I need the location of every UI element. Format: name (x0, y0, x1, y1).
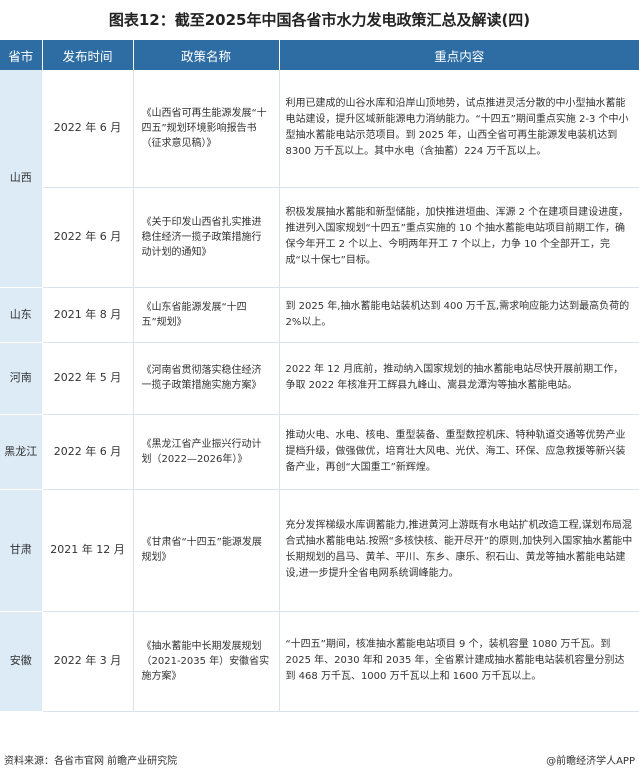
date-cell: 2022 年 6 月 (42, 187, 134, 288)
policy-cell: 《抽水蓄能中长期发展规划（2021-2035 年）安徽省实施方案》 (133, 611, 280, 712)
province-cell-heilongjiang: 黑龙江 (0, 414, 43, 490)
province-cell-henan: 河南 (0, 342, 43, 415)
table-row: 安徽 2022 年 3 月 《抽水蓄能中长期发展规划（2021-2035 年）安… (0, 611, 639, 712)
table-header-row: 省市 发布时间 政策名称 重点内容 (0, 40, 639, 70)
header-province: 省市 (0, 40, 43, 70)
policy-cell: 《甘肃省“十四五”能源发展规划》 (133, 489, 280, 612)
policy-cell: 《山东省能源发展“十四五”规划》 (133, 287, 280, 343)
content-cell: 充分发挥梯级水库调蓄能力,推进黄河上游既有水电站扩机改造工程,谋划布局混合式抽水… (279, 489, 639, 612)
province-cell-anhui: 安徽 (0, 611, 43, 712)
table-row: 2022 年 6 月 《关于印发山西省扎实推进稳住经济一揽子政策措施行动计划的通… (0, 187, 639, 288)
date-cell: 2021 年 12 月 (42, 489, 134, 612)
date-cell: 2022 年 6 月 (42, 414, 134, 490)
brand-watermark-text: @前瞻经济学人APP (546, 756, 635, 767)
content-cell: 2022 年 12 月底前，推动纳入国家规划的抽水蓄能电站尽快开展前期工作，争取… (279, 342, 639, 415)
content-cell: 利用已建成的山谷水库和沿岸山顶地势，试点推进灵活分散的中小型抽水蓄能电站建设，提… (279, 70, 639, 188)
province-cell-shanxi: 山西 (0, 70, 43, 288)
province-cell-gansu: 甘肃 (0, 489, 43, 612)
date-cell: 2022 年 3 月 (42, 611, 134, 712)
date-cell: 2021 年 8 月 (42, 287, 134, 343)
date-cell: 2022 年 6 月 (42, 70, 134, 188)
policy-cell: 《山西省可再生能源发展“十四五”规划环境影响报告书（征求意见稿）》 (133, 70, 280, 188)
policy-cell: 《黑龙江省产业振兴行动计划（2022—2026年）》 (133, 414, 280, 490)
header-key-content: 重点内容 (279, 40, 639, 70)
province-cell-shandong: 山东 (0, 287, 43, 343)
header-date: 发布时间 (42, 40, 134, 70)
header-policy-name: 政策名称 (133, 40, 280, 70)
policy-cell: 《关于印发山西省扎实推进稳住经济一揽子政策措施行动计划的通知》 (133, 187, 280, 288)
table-row: 山东 2021 年 8 月 《山东省能源发展“十四五”规划》 到 2025 年,… (0, 287, 639, 343)
content-cell: 到 2025 年,抽水蓄能电站装机达到 400 万千瓦,需求响应能力达到最高负荷… (279, 287, 639, 343)
policy-cell: 《河南省贯彻落实稳住经济一揽子政策措施实施方案》 (133, 342, 280, 415)
table-row: 山西 2022 年 6 月 《山西省可再生能源发展“十四五”规划环境影响报告书（… (0, 70, 639, 288)
content-cell: 积极发展抽水蓄能和新型储能，加快推进垣曲、浑源 2 个在建项目建设进度，推进列入… (279, 187, 639, 288)
content-cell: “十四五”期间，核准抽水蓄能电站项目 9 个，装机容量 1080 万千瓦。到 2… (279, 611, 639, 712)
table-row: 河南 2022 年 5 月 《河南省贯彻落实稳住经济一揽子政策措施实施方案》 2… (0, 342, 639, 415)
policy-table: 省市 发布时间 政策名称 重点内容 山西 2022 年 6 月 《山西省可再生能… (0, 40, 639, 712)
table-row: 黑龙江 2022 年 6 月 《黑龙江省产业振兴行动计划（2022—2026年）… (0, 414, 639, 490)
table-row: 甘肃 2021 年 12 月 《甘肃省“十四五”能源发展规划》 充分发挥梯级水库… (0, 489, 639, 612)
date-cell: 2022 年 5 月 (42, 342, 134, 415)
source-note: 资料来源：各省市官网 前瞻产业研究院 (4, 756, 178, 767)
chart-title: 图表12：截至2025年中国各省市水力发电政策汇总及解读(四) (108, 11, 531, 29)
footer: 资料来源：各省市官网 前瞻产业研究院 @前瞻经济学人APP (0, 748, 639, 770)
content-cell: 推动火电、水电、核电、重型装备、重型数控机床、特种轨道交通等优势产业提档升级，做… (279, 414, 639, 490)
